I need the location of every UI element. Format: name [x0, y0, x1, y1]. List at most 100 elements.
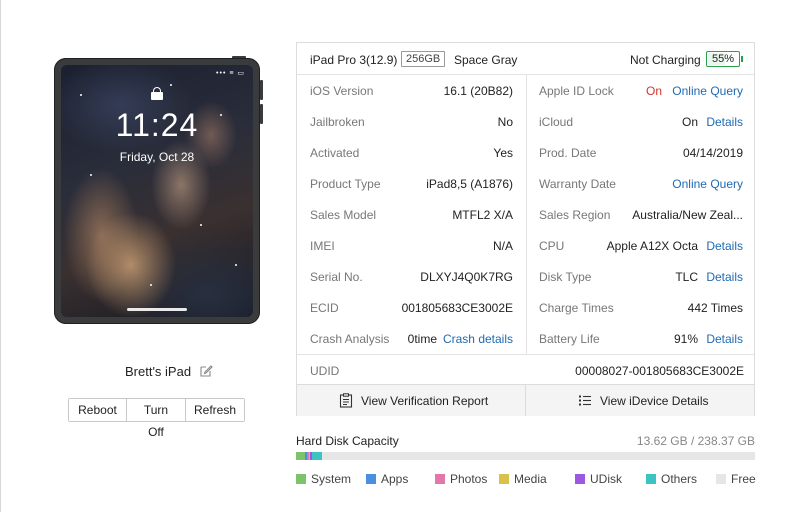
legend-item-photos: Photos — [435, 472, 487, 486]
lock-screen-time: 11:24 — [115, 107, 199, 143]
info-value: 442 Times — [687, 301, 743, 315]
device-model: iPad Pro 3(12.9) — [310, 53, 398, 67]
panel-footer: View Verification Report View iDevice De… — [297, 384, 754, 416]
lock-screen: ••• ≡ ▭ 11:24 Friday, Oct 28 — [61, 65, 253, 317]
info-value: MTFL2 X/A — [452, 208, 513, 222]
info-label: Jailbroken — [310, 115, 365, 129]
info-value: Apple A12X Octa — [606, 239, 698, 253]
info-label: Sales Model — [310, 208, 377, 222]
info-value: 16.1 (20B82) — [443, 84, 513, 98]
view-verification-report-button[interactable]: View Verification Report — [297, 385, 526, 416]
legend-label: Others — [661, 472, 698, 486]
report-icon — [339, 393, 353, 408]
apple-id-lock-status: On — [645, 84, 662, 98]
info-value: N/A — [492, 239, 513, 253]
crash-details-link[interactable]: Crash details — [443, 332, 513, 346]
list-icon — [579, 395, 591, 406]
icloud-details-link[interactable]: Details — [706, 115, 743, 129]
apple-id-online-query-link[interactable]: Online Query — [672, 84, 743, 98]
info-value: No — [497, 115, 513, 129]
udid-value: 00008027-001805683CE3002E — [575, 364, 744, 378]
info-label: Charge Times — [539, 301, 614, 315]
charging-status: Not Charging — [630, 53, 701, 67]
info-label: Product Type — [310, 177, 381, 191]
info-label: Battery Life — [539, 332, 600, 346]
legend-item-apps: Apps — [366, 472, 408, 486]
lock-screen-date: Friday, Oct 28 — [119, 150, 195, 164]
info-value: 001805683CE3002E — [401, 301, 513, 315]
info-label: Sales Region — [539, 208, 611, 222]
info-row-crash-analysis: Crash Analysis 0time Crash details — [297, 323, 526, 354]
view-verification-report-label: View Verification Report — [361, 394, 489, 408]
turn-off-button[interactable]: Turn Off — [127, 399, 186, 439]
info-value: 91% — [673, 332, 698, 346]
info-label: UDID — [310, 364, 340, 378]
legend-label: Media — [514, 472, 547, 486]
info-label: Disk Type — [539, 270, 592, 284]
legend-label: UDisk — [590, 472, 622, 486]
disk-segment-system — [296, 452, 305, 460]
device-color: Space Gray — [454, 53, 518, 67]
disk-usage-legend: System Apps Photos Media UDisk Others Free — [296, 472, 756, 486]
view-idevice-details-button[interactable]: View iDevice Details — [526, 385, 754, 416]
info-label: Prod. Date — [539, 146, 597, 160]
info-value: Australia/New Zeal... — [632, 208, 743, 222]
disk-type-details-link[interactable]: Details — [706, 270, 743, 284]
info-label: Serial No. — [310, 270, 363, 284]
info-row-ios-version: iOS Version 16.1 (20B82) — [297, 75, 526, 106]
warranty-online-query-link[interactable]: Online Query — [672, 177, 743, 191]
window-left-border — [0, 0, 1, 512]
refresh-button[interactable]: Refresh — [186, 399, 244, 421]
legend-label: Apps — [381, 472, 409, 486]
legend-item-free: Free — [716, 472, 756, 486]
view-idevice-details-label: View iDevice Details — [600, 394, 709, 408]
info-row-prod-date: Prod. Date 04/14/2019 — [526, 137, 754, 168]
disk-capacity-size: 13.62 GB / 238.37 GB — [636, 434, 755, 448]
cpu-details-link[interactable]: Details — [706, 239, 743, 253]
info-value: Yes — [493, 146, 513, 160]
info-row-cpu: CPU Apple A12X Octa Details — [526, 230, 754, 261]
info-label: IMEI — [310, 239, 335, 253]
legend-label: System — [311, 472, 352, 486]
info-value: DLXYJ4Q0K7RG — [420, 270, 513, 284]
legend-swatch — [435, 474, 445, 484]
legend-label: Free — [731, 472, 756, 486]
legend-swatch — [296, 474, 306, 484]
reboot-button[interactable]: Reboot — [69, 399, 127, 421]
info-label: Activated — [310, 146, 360, 160]
disk-usage-bar — [296, 452, 755, 460]
legend-swatch — [499, 474, 509, 484]
edit-icon[interactable] — [199, 364, 213, 378]
legend-swatch — [646, 474, 656, 484]
battery-percent: 55% — [711, 53, 735, 65]
info-label: ECID — [310, 301, 339, 315]
legend-item-system: System — [296, 472, 351, 486]
disk-capacity-title: Hard Disk Capacity — [296, 434, 399, 448]
device-volume-down — [260, 104, 263, 124]
info-row-product-type: Product Type iPad8,5 (A1876) — [297, 168, 526, 199]
disk-segment-free — [322, 452, 755, 460]
legend-item-udisk: UDisk — [575, 472, 622, 486]
info-row-udid: UDID 00008027-001805683CE3002E — [297, 354, 754, 385]
info-value: TLC — [675, 270, 698, 284]
info-row-sales-model: Sales Model MTFL2 X/A — [297, 199, 526, 230]
legend-swatch — [716, 474, 726, 484]
legend-label: Photos — [450, 472, 488, 486]
device-volume-up — [260, 80, 263, 100]
info-row-battery-life: Battery Life 91% Details — [526, 323, 754, 354]
info-row-sales-region: Sales Region Australia/New Zeal... — [526, 199, 754, 230]
info-label: iOS Version — [310, 84, 374, 98]
device-summary-header: iPad Pro 3(12.9) 256GB Space Gray Not Ch… — [297, 43, 754, 75]
device-action-buttons: Reboot Turn Off Refresh — [68, 398, 245, 439]
legend-swatch — [366, 474, 376, 484]
info-label: Apple ID Lock — [539, 84, 614, 98]
battery-life-details-link[interactable]: Details — [706, 332, 743, 346]
info-row-charge-times: Charge Times 442 Times — [526, 292, 754, 323]
capacity-badge: 256GB — [401, 51, 446, 67]
home-indicator — [127, 308, 187, 311]
info-value: iPad8,5 (A1876) — [426, 177, 513, 191]
lock-icon — [151, 87, 163, 100]
info-value: 04/14/2019 — [682, 146, 743, 160]
disk-segment-others — [311, 452, 323, 460]
info-row-icloud: iCloud On Details — [526, 106, 754, 137]
